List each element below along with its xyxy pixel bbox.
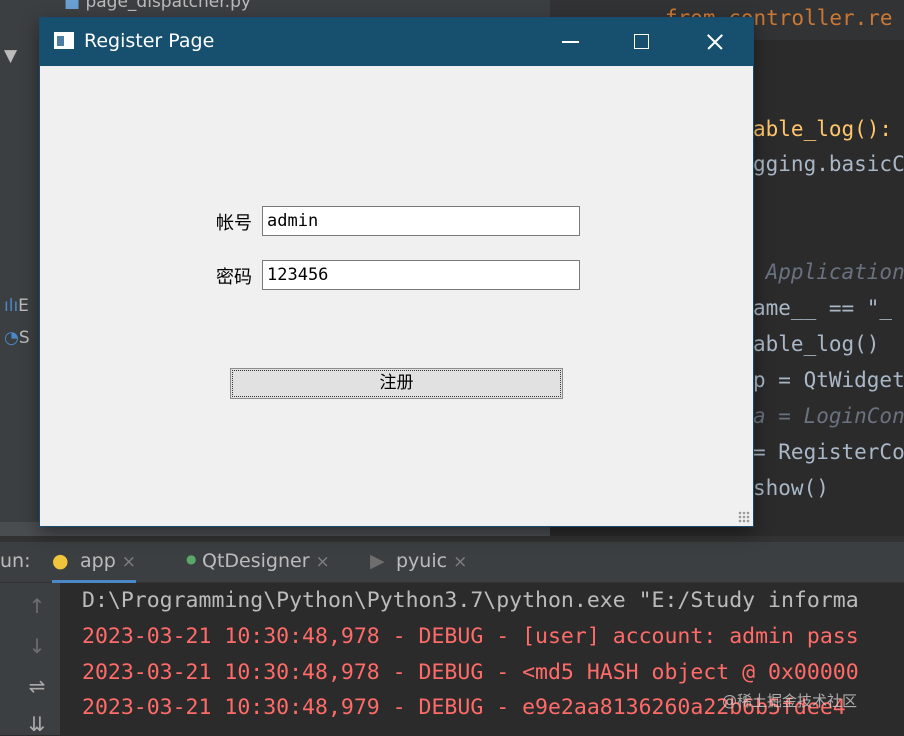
bar-chart-icon: ılı [4,296,19,316]
project-row-s-label: S [18,328,30,348]
run-icon: ▶ [370,550,385,572]
tab-qtdesigner-label: QtDesigner [202,550,310,572]
code-line: able_log() [753,332,880,356]
close-icon[interactable]: × [453,552,467,572]
code-line: = RegisterCo [753,440,904,464]
scroll-to-end-icon[interactable]: ⇊ [26,713,48,735]
tab-app-label: app [80,550,116,572]
run-tab-bar: un: ● app × ● QtDesigner × ▶ pyuic × [0,542,904,583]
soft-wrap-icon[interactable]: ⇌ [26,675,48,697]
code-line: gging.basicC [753,152,904,176]
window-app-icon [54,32,74,49]
project-row-b-label: E [18,296,29,316]
arrow-down-icon[interactable]: ↓ [26,635,48,657]
tab-pyuic[interactable]: ▶ pyuic × [370,550,467,572]
run-panel-label: un: [0,550,31,572]
project-file-item[interactable]: ■ page_dispatcher.py [64,0,251,12]
close-window-button[interactable] [677,18,749,66]
project-file-label: page_dispatcher.py [85,0,251,12]
account-input[interactable]: admin [262,206,580,236]
tab-pyuic-label: pyuic [396,550,448,572]
console-line: 2023-03-21 10:30:48,978 - DEBUG - [user]… [82,624,859,649]
resize-grip-icon[interactable] [738,511,750,523]
python-icon: ● [52,550,69,572]
tab-app[interactable]: ● app × [51,550,137,583]
console-line: D:\Programming\Python\Python3.7\python.e… [82,588,859,613]
green-dot-icon: ● [186,552,197,566]
code-line-text: Application [753,260,904,284]
expand-arrow-icon[interactable]: ▼ [4,46,17,66]
console-line: 2023-03-21 10:30:48,978 - DEBUG - <md5 H… [82,660,859,685]
title-bar[interactable]: Register Page [40,18,753,66]
window-title: Register Page [84,30,215,52]
code-line-text: a = LoginCon [753,404,904,428]
run-toolbar: ↑ ↓ ⇌ ⇊ [0,583,60,735]
maximize-button[interactable] [605,18,677,66]
password-input[interactable]: 123456 [262,260,580,290]
arrow-up-icon[interactable]: ↑ [26,595,48,617]
watermark: @稀土掘金技术社区 [722,692,858,710]
code-line: p = QtWidget [753,368,904,392]
code-line: ame__ == "_ [753,296,893,320]
project-row-b[interactable]: ılıE [4,296,29,316]
close-icon[interactable]: × [122,552,136,572]
code-line: show() [753,476,829,500]
account-label: 帐号 [216,213,252,234]
code-line-text: able_log(): [753,117,893,141]
password-label: 密码 [216,267,252,288]
code-line: able_log(): [753,117,892,141]
register-button[interactable]: 注册 [230,368,563,399]
close-icon[interactable]: × [316,552,330,572]
tab-qtdesigner[interactable]: ● QtDesigner × [186,550,330,572]
code-line: a = LoginCon [753,404,904,428]
minimize-button[interactable] [533,18,605,66]
code-line: Application [753,260,904,284]
clock-icon: ◔ [4,328,19,348]
project-row-s[interactable]: ◔S [4,328,30,348]
register-dialog: Register Page 帐号 admin 密码 123456 注册 [40,18,753,526]
